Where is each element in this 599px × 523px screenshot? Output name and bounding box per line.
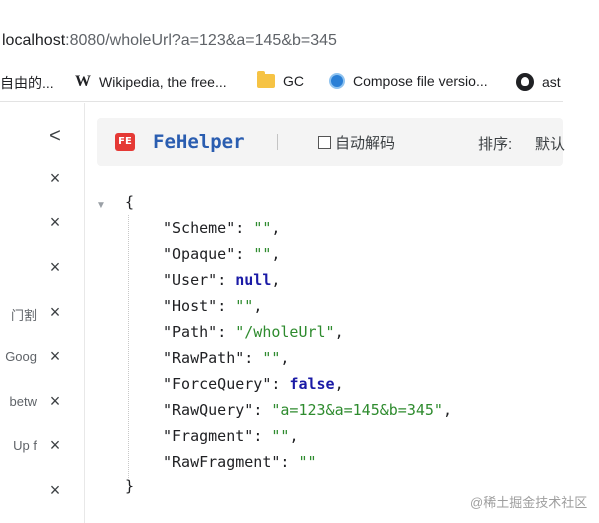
sidebar-tab[interactable]: Up f × [0, 432, 85, 462]
chevron-left-icon[interactable]: < [46, 125, 64, 148]
json-value: "a=123&a=145&b=345" [271, 401, 443, 419]
close-icon[interactable]: × [46, 346, 64, 367]
close-icon[interactable]: × [46, 480, 64, 501]
json-field-line: "User": null, [163, 271, 281, 289]
url-text[interactable]: localhost:8080/wholeUrl?a=123&a=145&b=34… [2, 32, 337, 50]
compose-icon [329, 73, 345, 89]
close-icon[interactable]: × [46, 302, 64, 323]
bookmark-label: Wikipedia, the free... [99, 74, 227, 90]
json-value: "" [253, 219, 272, 237]
url-path: :8080/wholeUrl?a=123&a=145&b=345 [65, 32, 337, 49]
bookmark-label: GC [283, 73, 304, 89]
sidebar-tab[interactable]: × [0, 209, 85, 239]
sidebar-tab-label: 门割 [10, 308, 37, 323]
folder-icon [257, 71, 275, 88]
auto-decode-label: 自动解码 [335, 135, 396, 152]
sidebar-tab[interactable]: Goog × [0, 343, 85, 373]
bookmark-github[interactable]: ast [516, 73, 561, 91]
sidebar-tab-label: Up f [13, 438, 37, 453]
sidebar-tab-label: betw [9, 394, 37, 409]
json-value: "" [298, 453, 317, 471]
sidebar-tab[interactable]: betw × [0, 388, 85, 418]
json-key: "User" [163, 271, 218, 289]
indent-guide [128, 215, 129, 478]
auto-decode-checkbox[interactable] [318, 136, 331, 149]
close-icon[interactable]: × [46, 212, 64, 233]
json-field-line: "Opaque": "", [163, 245, 281, 263]
json-field-line: "Scheme": "", [163, 219, 281, 237]
auto-decode-toggle[interactable]: 自动解码 [318, 132, 395, 153]
close-icon[interactable]: × [46, 435, 64, 456]
json-field-line: "RawFragment": "" [163, 453, 317, 471]
json-key: "RawFragment" [163, 453, 281, 471]
json-value: "" [271, 427, 290, 445]
sidebar-collapse-row[interactable]: < [0, 125, 85, 155]
bookmark-label: 自由的... [0, 75, 54, 91]
json-viewer: ▼ { "Scheme": "", "Opaque": "", "User": nu… [88, 185, 563, 523]
bookmark-0[interactable]: 自由的... [0, 73, 54, 93]
fehelper-title[interactable]: FeHelper [153, 131, 245, 153]
github-icon [516, 73, 534, 91]
json-value: null [235, 271, 272, 289]
json-value: "/wholeUrl" [235, 323, 335, 341]
close-icon[interactable]: × [46, 168, 64, 189]
json-key: "Path" [163, 323, 218, 341]
close-icon[interactable]: × [46, 391, 64, 412]
sort-select[interactable]: 默认 [535, 133, 565, 154]
wikipedia-icon: W [75, 73, 91, 90]
json-field-line: "ForceQuery": false, [163, 375, 344, 393]
tab-sidebar: < × × × 门割 × Goog × betw × Up f × × [0, 103, 85, 523]
sidebar-tab[interactable]: × [0, 477, 85, 507]
toolbar-divider [277, 134, 278, 150]
bookmarks-bar: 自由的... W Wikipedia, the free... GC Compo… [0, 62, 563, 102]
json-key: "RawPath" [163, 349, 245, 367]
bookmark-wikipedia[interactable]: W Wikipedia, the free... [75, 73, 227, 91]
json-value: "" [262, 349, 281, 367]
json-close-brace: } [125, 477, 135, 495]
bookmark-gc[interactable]: GC [257, 71, 304, 89]
close-icon[interactable]: × [46, 257, 64, 278]
fehelper-logo-icon: FE [115, 133, 135, 151]
json-key: "Host" [163, 297, 218, 315]
sidebar-tab-label: Goog [5, 349, 37, 364]
json-key: "Scheme" [163, 219, 236, 237]
bookmark-compose[interactable]: Compose file versio... [329, 73, 488, 89]
bookmark-label: Compose file versio... [353, 73, 488, 89]
json-value: "" [235, 297, 254, 315]
json-field-line: "Fragment": "", [163, 427, 299, 445]
bookmark-label: ast [542, 74, 561, 90]
watermark: @稀土掘金技术社区 [470, 495, 588, 510]
sort-label: 排序: [478, 136, 513, 153]
json-value: "" [253, 245, 272, 263]
json-field-line: "Path": "/wholeUrl", [163, 323, 344, 341]
json-key: "ForceQuery" [163, 375, 272, 393]
json-key: "RawQuery" [163, 401, 254, 419]
json-open-brace: { [125, 193, 135, 211]
url-host: localhost [2, 32, 66, 49]
address-bar[interactable]: localhost:8080/wholeUrl?a=123&a=145&b=34… [0, 22, 563, 62]
fehelper-toolbar: FE FeHelper 自动解码 排序: 默认 [97, 118, 565, 166]
json-field-line: "Host": "", [163, 297, 263, 315]
json-field-line: "RawQuery": "a=123&a=145&b=345", [163, 401, 452, 419]
collapse-toggle-icon[interactable]: ▼ [96, 200, 106, 211]
json-key: "Opaque" [163, 245, 236, 263]
json-field-line: "RawPath": "", [163, 349, 290, 367]
json-key: "Fragment" [163, 427, 254, 445]
sidebar-tab[interactable]: 门割 × [0, 299, 85, 329]
sidebar-tab[interactable]: × [0, 254, 85, 284]
json-value: false [289, 375, 335, 393]
sidebar-tab[interactable]: × [0, 165, 85, 195]
